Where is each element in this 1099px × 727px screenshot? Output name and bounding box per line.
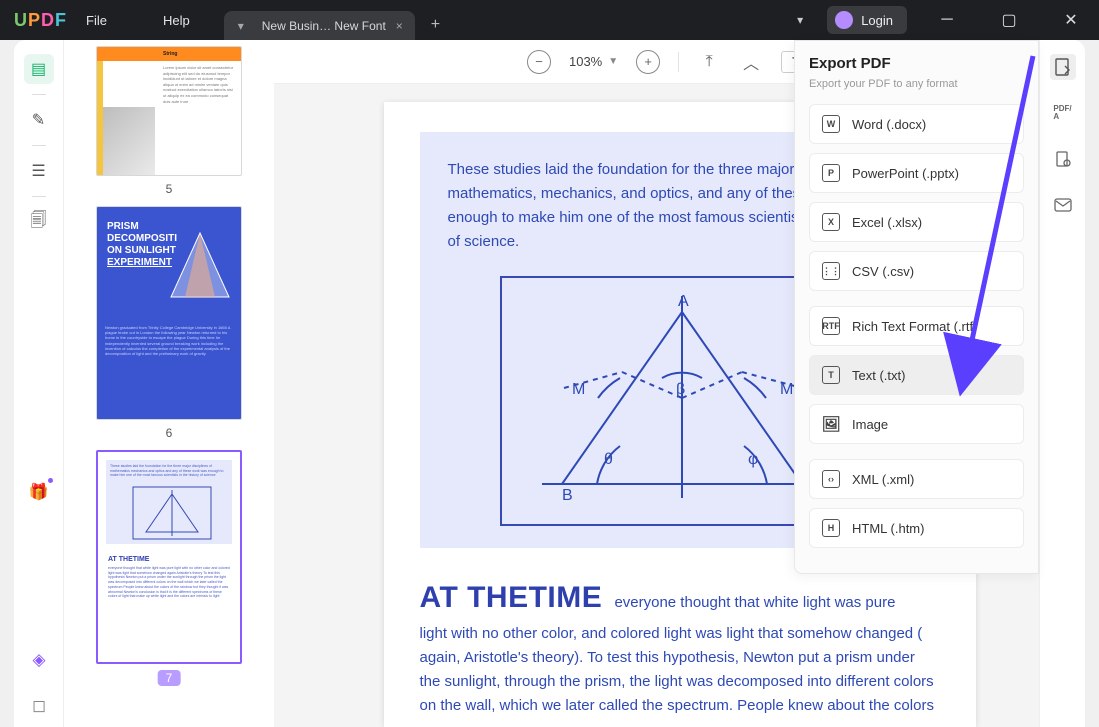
compress-icon[interactable] (1050, 146, 1076, 172)
rail-clipboard-icon[interactable]: 🗐 (24, 207, 54, 237)
export-html[interactable]: HHTML (.htm) (809, 508, 1024, 548)
export-word[interactable]: WWord (.docx) (809, 104, 1024, 144)
app-logo: UPDF (0, 10, 58, 31)
svg-text:A: A (678, 293, 689, 310)
bookmark-icon[interactable]: ◻ (24, 691, 54, 721)
prev-page-button[interactable]: ︿ (739, 50, 763, 74)
rail-thumbnails-icon[interactable]: ▤ (24, 54, 54, 84)
export-pdf-icon[interactable] (1050, 54, 1076, 80)
export-title: Export PDF (809, 55, 1024, 72)
menu-help[interactable]: Help (135, 13, 218, 28)
thumbnail-panel: String Lorem ipsum dolor sit amet consec… (64, 40, 274, 727)
svg-text:B: B (562, 487, 573, 504)
tab-close-icon[interactable]: × (396, 19, 403, 33)
zoom-in-button[interactable]: + (636, 50, 660, 74)
new-tab-button[interactable]: + (417, 10, 454, 40)
export-image[interactable]: 🖼Image (809, 404, 1024, 444)
export-panel: Export PDF Export your PDF to any format… (794, 40, 1039, 574)
svg-text:M: M (572, 381, 585, 398)
thumb-num-5: 5 (96, 182, 242, 196)
export-csv[interactable]: ⋮⋮CSV (.csv) (809, 251, 1024, 291)
layers-icon[interactable]: ◈ (24, 645, 54, 675)
rail-highlight-icon[interactable]: ✎ (24, 105, 54, 135)
titlebar-chevron-icon[interactable]: ▾ (791, 7, 809, 33)
svg-text:θ: θ (604, 451, 613, 468)
section-heading: AT THETIME (420, 581, 603, 614)
export-subtitle: Export your PDF to any format (809, 78, 1024, 90)
svg-text:φ: φ (748, 451, 758, 468)
right-rail: PDF/A (1039, 40, 1085, 727)
menu-file[interactable]: File (58, 13, 135, 28)
thumb-num-6: 6 (96, 426, 242, 440)
window-minimize[interactable]: ─ (925, 0, 969, 40)
left-rail-bottom: ◈ ◻ (14, 645, 64, 721)
zoom-level[interactable]: 103%▼ (569, 54, 618, 69)
tab-dropdown-icon[interactable]: ▾ (238, 19, 244, 33)
export-xml[interactable]: ‹›XML (.xml) (809, 459, 1024, 499)
window-maximize[interactable]: ▢ (987, 0, 1031, 40)
left-rail: ▤ ✎ ☰ 🗐 🎁 ◈ ◻ (14, 40, 64, 727)
login-button[interactable]: Login (827, 6, 907, 34)
export-excel[interactable]: XExcel (.xlsx) (809, 202, 1024, 242)
avatar-icon (835, 11, 853, 29)
thumbnail-7[interactable]: These studies laid the foundation for th… (96, 450, 242, 687)
first-page-button[interactable]: ⤒ (697, 53, 721, 71)
tab-title: New Busin… New Font (262, 19, 386, 33)
mail-icon[interactable] (1050, 192, 1076, 218)
login-label: Login (861, 13, 893, 28)
thumbnail-5[interactable]: String Lorem ipsum dolor sit amet consec… (96, 46, 242, 196)
export-powerpoint[interactable]: PPowerPoint (.pptx) (809, 153, 1024, 193)
chevron-down-icon: ▼ (608, 56, 618, 67)
rail-gift-icon[interactable]: 🎁 (24, 477, 54, 507)
thumbnail-6[interactable]: PRISMDECOMPOSITION SUNLIGHTEXPERIMENT Ne… (96, 206, 242, 440)
export-text[interactable]: TText (.txt) (809, 355, 1024, 395)
window-close[interactable]: ✕ (1049, 0, 1093, 40)
svg-text:M: M (780, 381, 793, 398)
rail-form-icon[interactable]: ☰ (24, 156, 54, 186)
body-paragraph: AT THETIME everyone thought that white l… (420, 574, 940, 718)
document-tab[interactable]: ▾ New Busin… New Font × (224, 11, 415, 40)
titlebar: UPDF File Help ▾ New Busin… New Font × +… (0, 0, 1099, 40)
titlebar-right: ▾ Login ─ ▢ ✕ (791, 0, 1099, 40)
pdfa-icon[interactable]: PDF/A (1050, 100, 1076, 126)
tab-strip: ▾ New Busin… New Font × + (224, 0, 454, 40)
thumb-num-7: 7 (158, 670, 181, 686)
svg-text:β: β (676, 381, 685, 398)
export-rtf[interactable]: RTFRich Text Format (.rtf) (809, 306, 1024, 346)
zoom-out-button[interactable]: − (527, 50, 551, 74)
